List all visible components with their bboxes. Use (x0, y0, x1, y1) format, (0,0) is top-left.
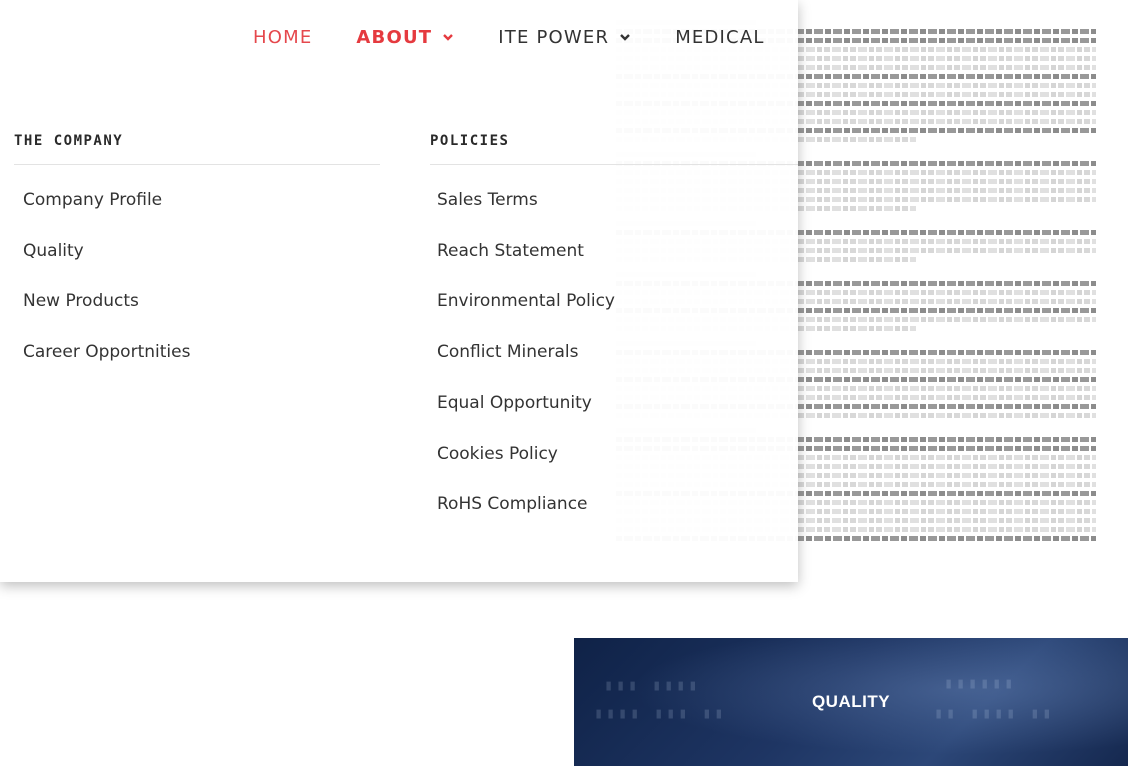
link-equal-opportunity[interactable]: Equal Opportunity (437, 393, 592, 413)
main-nav-bar: HOME ABOUT ITE POWER MEDICAL (0, 0, 798, 60)
banner-title: QUALITY (811, 692, 891, 711)
policies-heading: POLICIES (430, 133, 510, 149)
nav-item-medical[interactable]: MEDICAL (675, 27, 764, 48)
nav-item-home[interactable]: HOME (253, 27, 312, 48)
nav-item-label: ABOUT (356, 26, 433, 48)
company-heading: THE COMPANY (14, 133, 124, 149)
main-nav: HOME ABOUT ITE POWER MEDICAL (253, 26, 798, 48)
nav-item-label: MEDICAL (675, 26, 765, 48)
about-mega-menu: HOME ABOUT ITE POWER MEDICAL THE COMPANY… (0, 0, 798, 582)
chevron-down-icon (620, 34, 631, 41)
link-reach-statement[interactable]: Reach Statement (437, 241, 584, 261)
policies-divider (430, 164, 798, 165)
banner-decoration: ▮▮▮▮▮▮ (944, 674, 1017, 692)
link-new-products[interactable]: New Products (23, 291, 139, 311)
link-quality[interactable]: Quality (23, 241, 84, 261)
company-divider (14, 164, 380, 165)
link-environmental-policy[interactable]: Environmental Policy (437, 291, 615, 311)
link-company-profile[interactable]: Company Profile (23, 190, 162, 210)
link-sales-terms[interactable]: Sales Terms (437, 190, 538, 210)
nav-item-label: ITE POWER (498, 26, 610, 48)
link-career-opportunities[interactable]: Career Opportnities (23, 342, 190, 362)
link-conflict-minerals[interactable]: Conflict Minerals (437, 342, 579, 362)
nav-item-about[interactable]: ABOUT (356, 27, 454, 48)
quality-banner[interactable]: ▮▮▮ ▮▮▮▮ ▮▮▮▮ ▮▮▮ ▮▮ ▮▮▮▮▮▮ ▮▮ ▮▮▮▮ ▮▮ Q… (574, 638, 1128, 766)
chevron-down-icon (443, 34, 454, 41)
nav-item-label: HOME (253, 26, 313, 48)
link-cookies-policy[interactable]: Cookies Policy (437, 444, 558, 464)
link-rohs-compliance[interactable]: RoHS Compliance (437, 494, 588, 514)
nav-item-ite-power[interactable]: ITE POWER (498, 27, 631, 48)
